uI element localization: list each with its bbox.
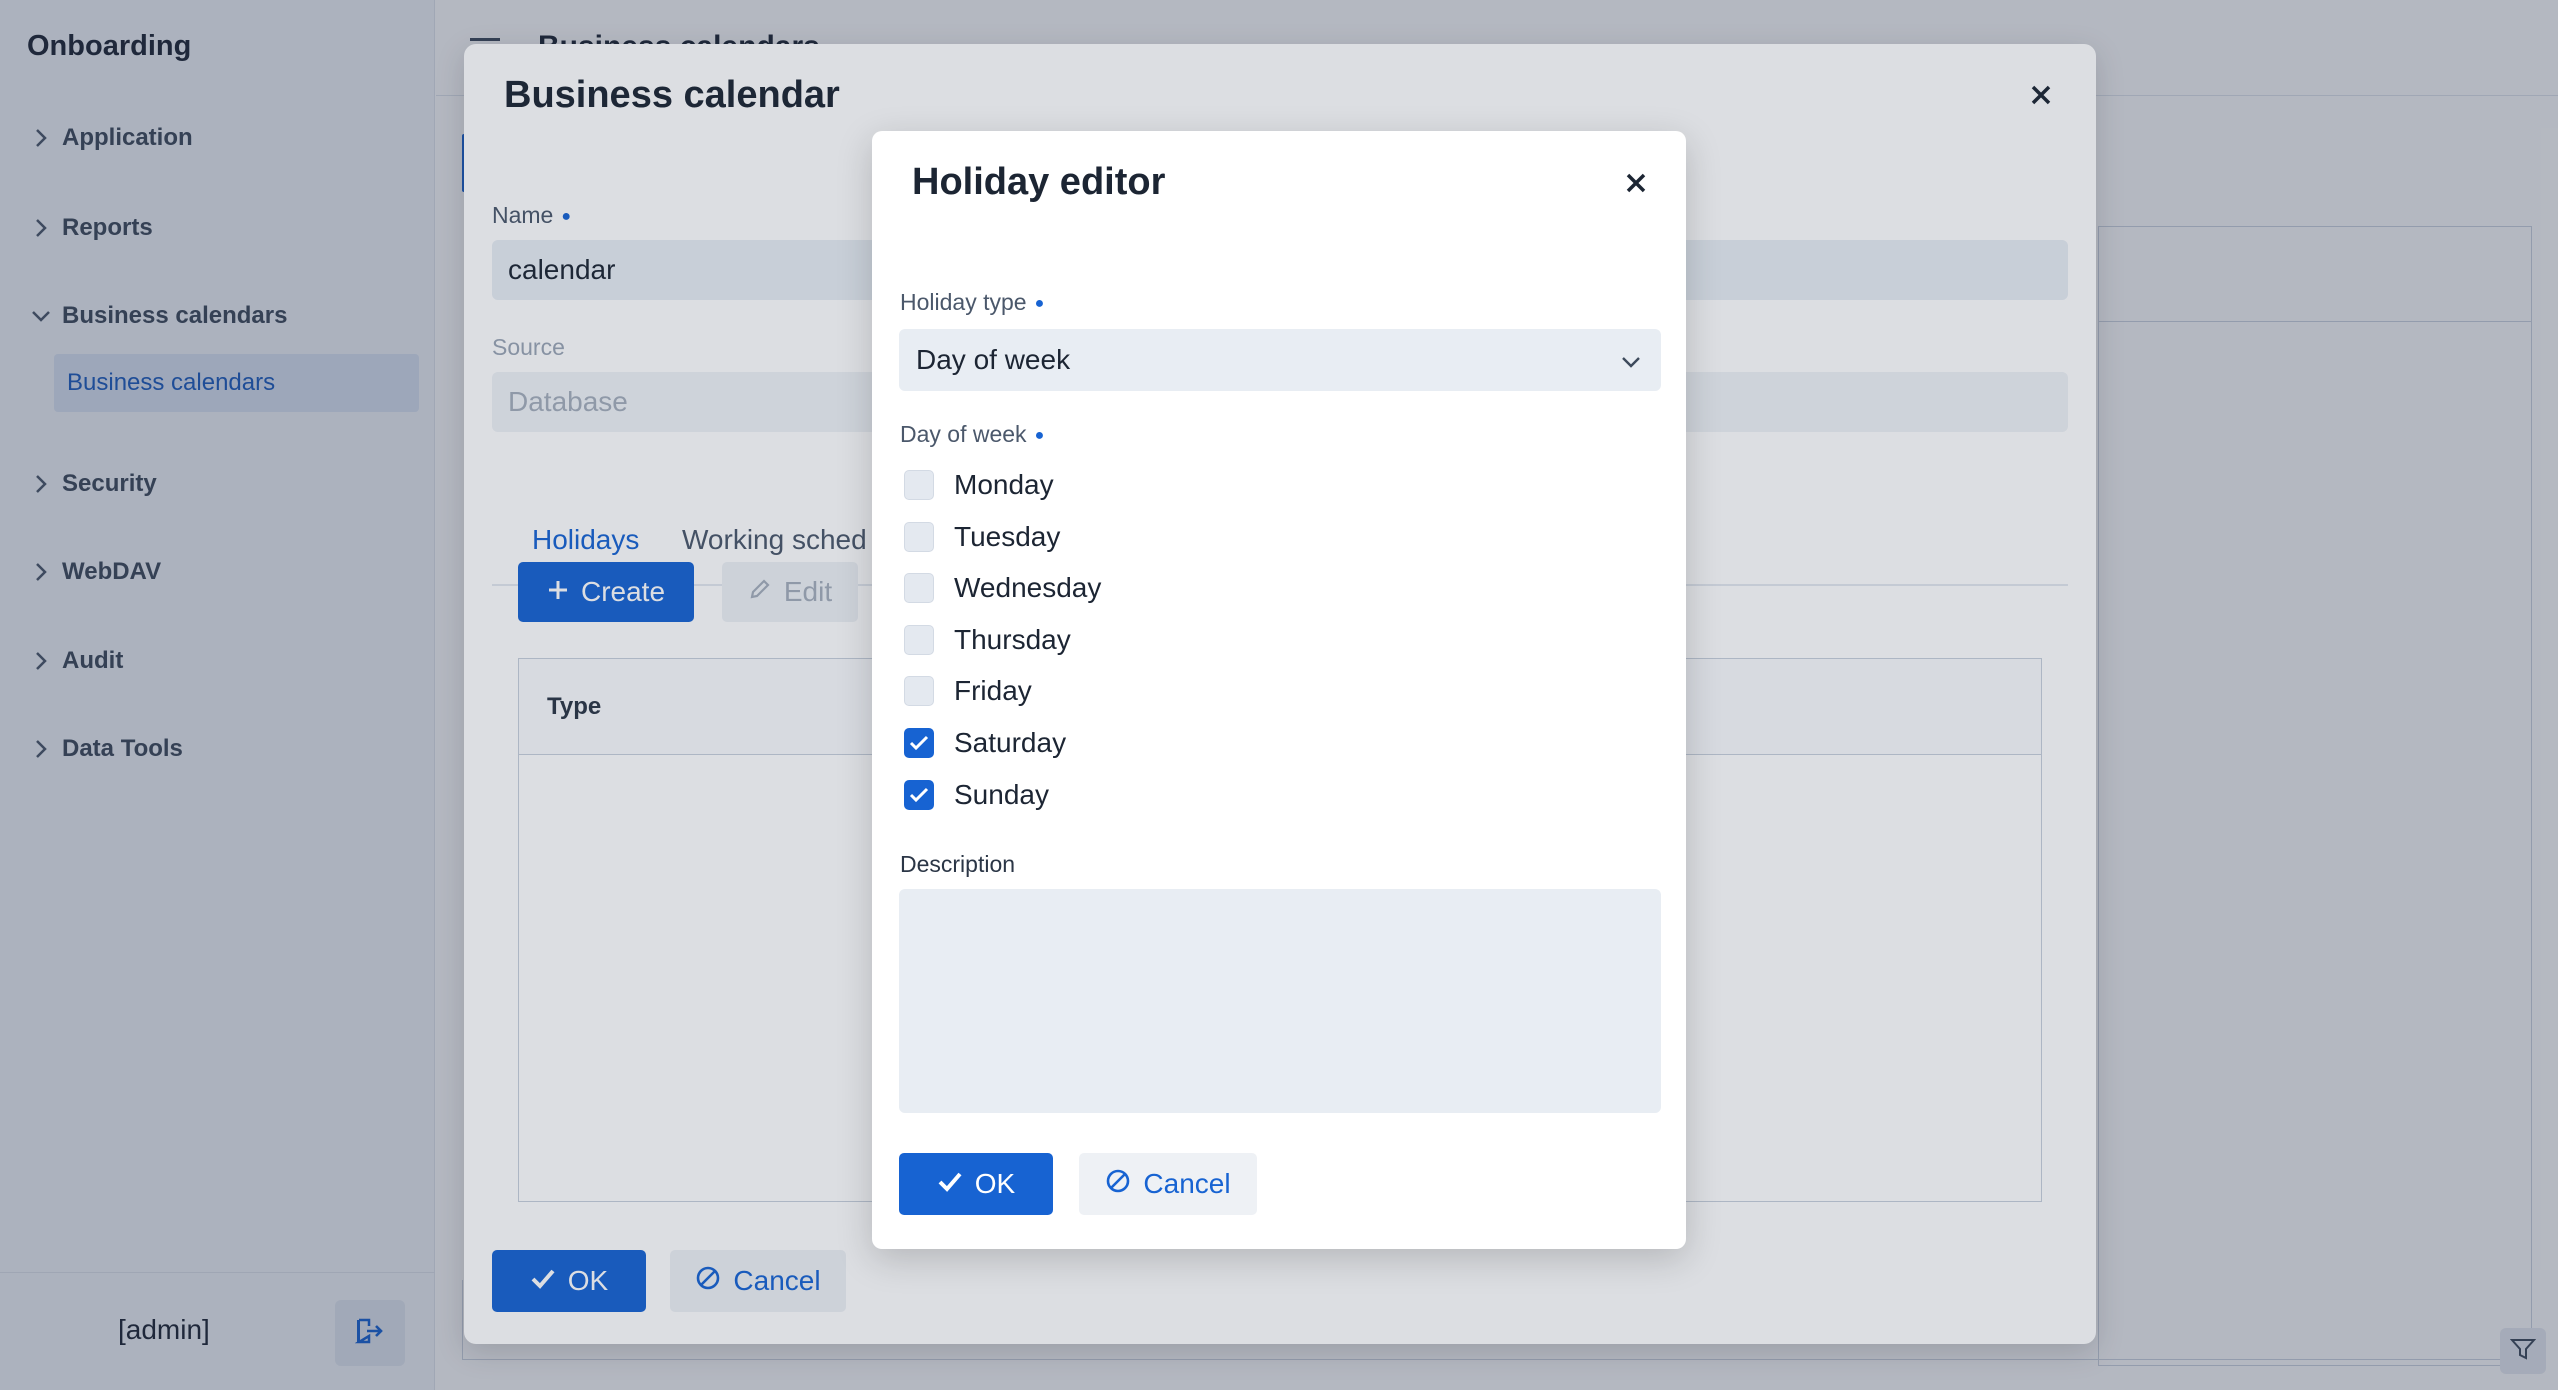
holiday-editor-dialog: Holiday editor Holiday type ● Day of week… <box>872 131 1686 1249</box>
checkbox-monday[interactable]: Monday <box>904 465 1054 505</box>
checkbox-thursday[interactable]: Thursday <box>904 620 1071 660</box>
checkbox-saturday[interactable]: Saturday <box>904 723 1066 763</box>
holiday-type-label-text: Holiday type <box>900 289 1027 315</box>
day-of-week-label-text: Day of week <box>900 421 1027 447</box>
description-label: Description <box>900 851 1016 877</box>
checkbox-label: Wednesday <box>954 572 1102 603</box>
checkbox-label: Sunday <box>954 779 1049 810</box>
day-of-week-label: Day of week ● <box>900 421 1044 448</box>
holiday-ok-button[interactable]: OK <box>899 1153 1053 1215</box>
checkbox-label: Thursday <box>954 624 1071 655</box>
checkbox[interactable] <box>904 625 934 655</box>
check-icon <box>937 1168 963 1200</box>
cancel-label: Cancel <box>1143 1168 1231 1199</box>
required-indicator: ● <box>1034 426 1045 444</box>
checkbox[interactable] <box>904 676 934 706</box>
ban-icon <box>1105 1168 1131 1201</box>
required-indicator: ● <box>1034 294 1045 312</box>
holiday-type-label: Holiday type ● <box>900 289 1044 316</box>
description-textarea[interactable] <box>899 889 1661 1113</box>
check-icon <box>909 787 929 803</box>
holiday-cancel-button[interactable]: Cancel <box>1079 1153 1257 1215</box>
ok-label: OK <box>974 1168 1016 1199</box>
checkbox-tuesday[interactable]: Tuesday <box>904 517 1060 557</box>
checkbox-label: Tuesday <box>954 521 1061 552</box>
check-icon <box>909 735 929 751</box>
checkbox-label: Friday <box>954 675 1032 706</box>
holiday-type-value: Day of week <box>916 344 1071 375</box>
checkbox-friday[interactable]: Friday <box>904 671 1032 711</box>
checkbox-wednesday[interactable]: Wednesday <box>904 568 1101 608</box>
checkbox[interactable] <box>904 573 934 603</box>
chevron-down-icon <box>1619 349 1643 373</box>
holiday-type-select[interactable]: Day of week <box>899 329 1661 391</box>
dialog-title: Holiday editor <box>912 161 1166 203</box>
checkbox-label: Saturday <box>954 727 1067 758</box>
checkbox-checked[interactable] <box>904 780 934 810</box>
close-icon[interactable] <box>1624 171 1648 195</box>
checkbox-checked[interactable] <box>904 728 934 758</box>
checkbox-sunday[interactable]: Sunday <box>904 775 1049 815</box>
checkbox[interactable] <box>904 522 934 552</box>
checkbox[interactable] <box>904 470 934 500</box>
checkbox-label: Monday <box>954 469 1054 500</box>
